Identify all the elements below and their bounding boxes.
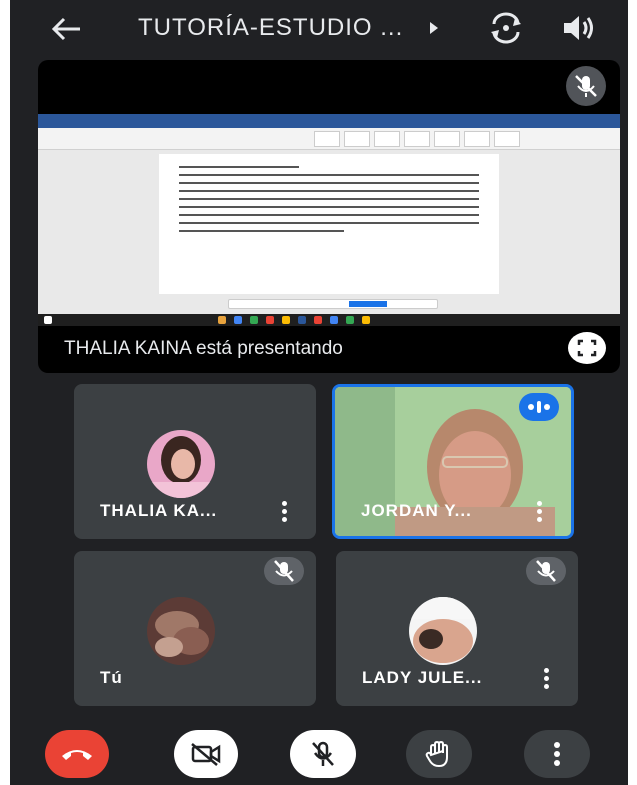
document-page (159, 154, 499, 294)
sharing-notice-bar (228, 299, 438, 309)
more-vert-icon[interactable] (542, 666, 550, 692)
more-vert-icon[interactable] (535, 499, 543, 525)
presentation-panel[interactable]: THALIA KAINA está presentando (38, 60, 620, 373)
avatar (409, 597, 477, 665)
participant-name: JORDAN Y... (361, 501, 472, 520)
speaker-icon[interactable] (560, 12, 596, 44)
mic-off-icon (526, 557, 566, 585)
participant-tile-self[interactable]: Tú (74, 551, 316, 706)
mic-off-icon (566, 66, 606, 106)
play-triangle-icon[interactable] (430, 22, 438, 34)
participant-name: Tú (100, 668, 123, 687)
participant-tile[interactable]: LADY JULE... (336, 551, 578, 706)
participant-name: LADY JULE... (362, 668, 483, 687)
windows-taskbar (38, 314, 620, 326)
more-vert-icon (554, 742, 560, 766)
camera-off-icon (191, 743, 221, 766)
more-vert-icon[interactable] (280, 499, 288, 525)
meeting-title[interactable]: TUTORÍA-ESTUDIO ... (138, 14, 403, 42)
shared-screen (38, 114, 620, 326)
end-call-icon (62, 750, 92, 760)
participant-name: THALIA KA... (100, 501, 218, 520)
word-title-bar (38, 114, 620, 122)
end-call-button[interactable] (45, 730, 109, 778)
participant-tile[interactable]: THALIA KA... (74, 384, 316, 539)
avatar (147, 597, 215, 665)
more-options-button[interactable] (524, 730, 590, 778)
avatar (147, 430, 215, 498)
back-arrow-icon[interactable] (50, 14, 84, 44)
word-ribbon (38, 128, 620, 150)
raise-hand-button[interactable] (406, 730, 472, 778)
camera-toggle-button[interactable] (174, 730, 238, 778)
mic-off-icon (312, 741, 334, 766)
mic-toggle-button[interactable] (290, 730, 356, 778)
fullscreen-icon[interactable] (568, 332, 606, 364)
presenter-label: THALIA KAINA está presentando (64, 338, 343, 359)
flip-camera-icon[interactable] (488, 12, 524, 44)
top-bar: TUTORÍA-ESTUDIO ... (10, 0, 628, 56)
raise-hand-icon (425, 740, 448, 768)
meet-call-screen: TUTORÍA-ESTUDIO ... THALIA KAINA está pr… (10, 0, 628, 785)
mic-off-icon (264, 557, 304, 585)
participant-tile-active[interactable]: JORDAN Y... (332, 384, 574, 539)
speaking-indicator-icon (519, 393, 559, 421)
